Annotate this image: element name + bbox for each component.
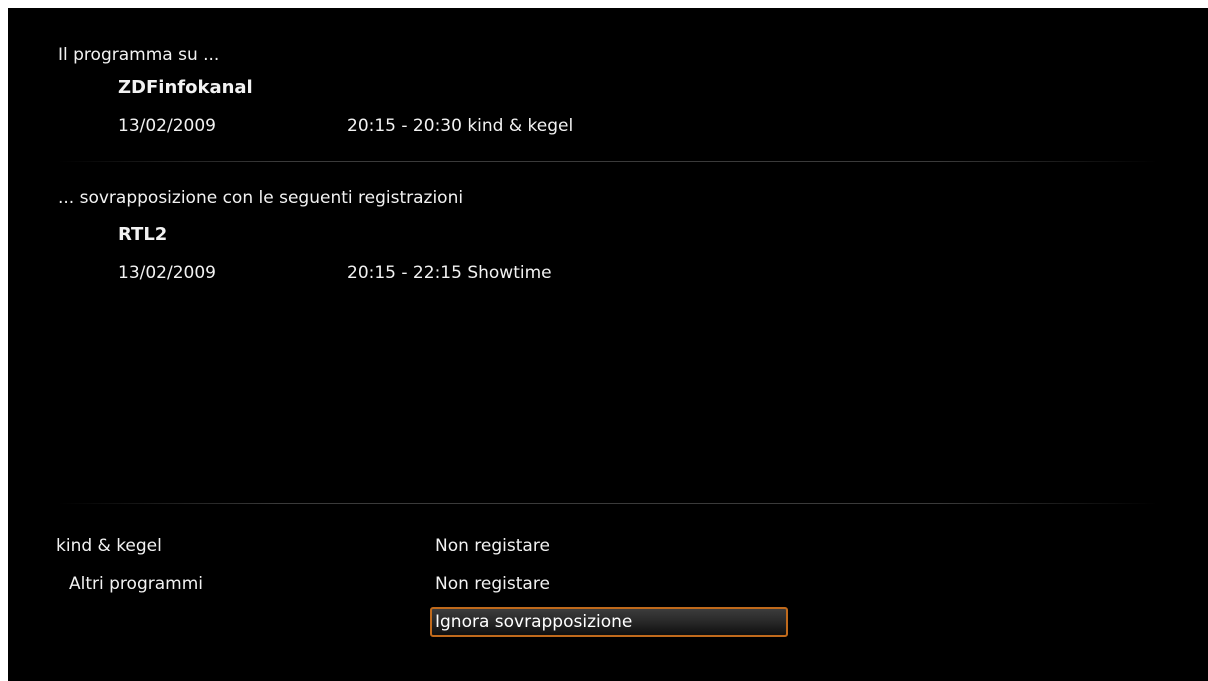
overlap-header: ... sovrapposizione con le seguenti regi…	[58, 188, 464, 208]
section-divider-bottom	[58, 503, 1158, 504]
conflict-program: 20:15 - 20:30 kind & kegel	[347, 116, 574, 136]
ignore-overlap-button[interactable]: Ignora sovrapposizione	[430, 607, 788, 637]
overlap-channel-name: RTL2	[118, 224, 168, 245]
overlap-date: 13/02/2009	[118, 263, 216, 283]
section-divider-top	[58, 161, 1158, 162]
option-value-other-programs[interactable]: Non registare	[435, 573, 550, 595]
conflict-header: Il programma su ...	[58, 45, 220, 65]
overlap-program: 20:15 - 22:15 Showtime	[347, 263, 552, 283]
option-label-other-programs: Altri programmi	[69, 574, 203, 594]
option-label-program: kind & kegel	[56, 536, 162, 556]
conflict-channel-name: ZDFinfokanal	[118, 77, 253, 98]
option-value-program[interactable]: Non registare	[435, 535, 550, 557]
conflict-date: 13/02/2009	[118, 116, 216, 136]
conflict-dialog: Il programma su ... ZDFinfokanal 13/02/2…	[8, 8, 1208, 681]
